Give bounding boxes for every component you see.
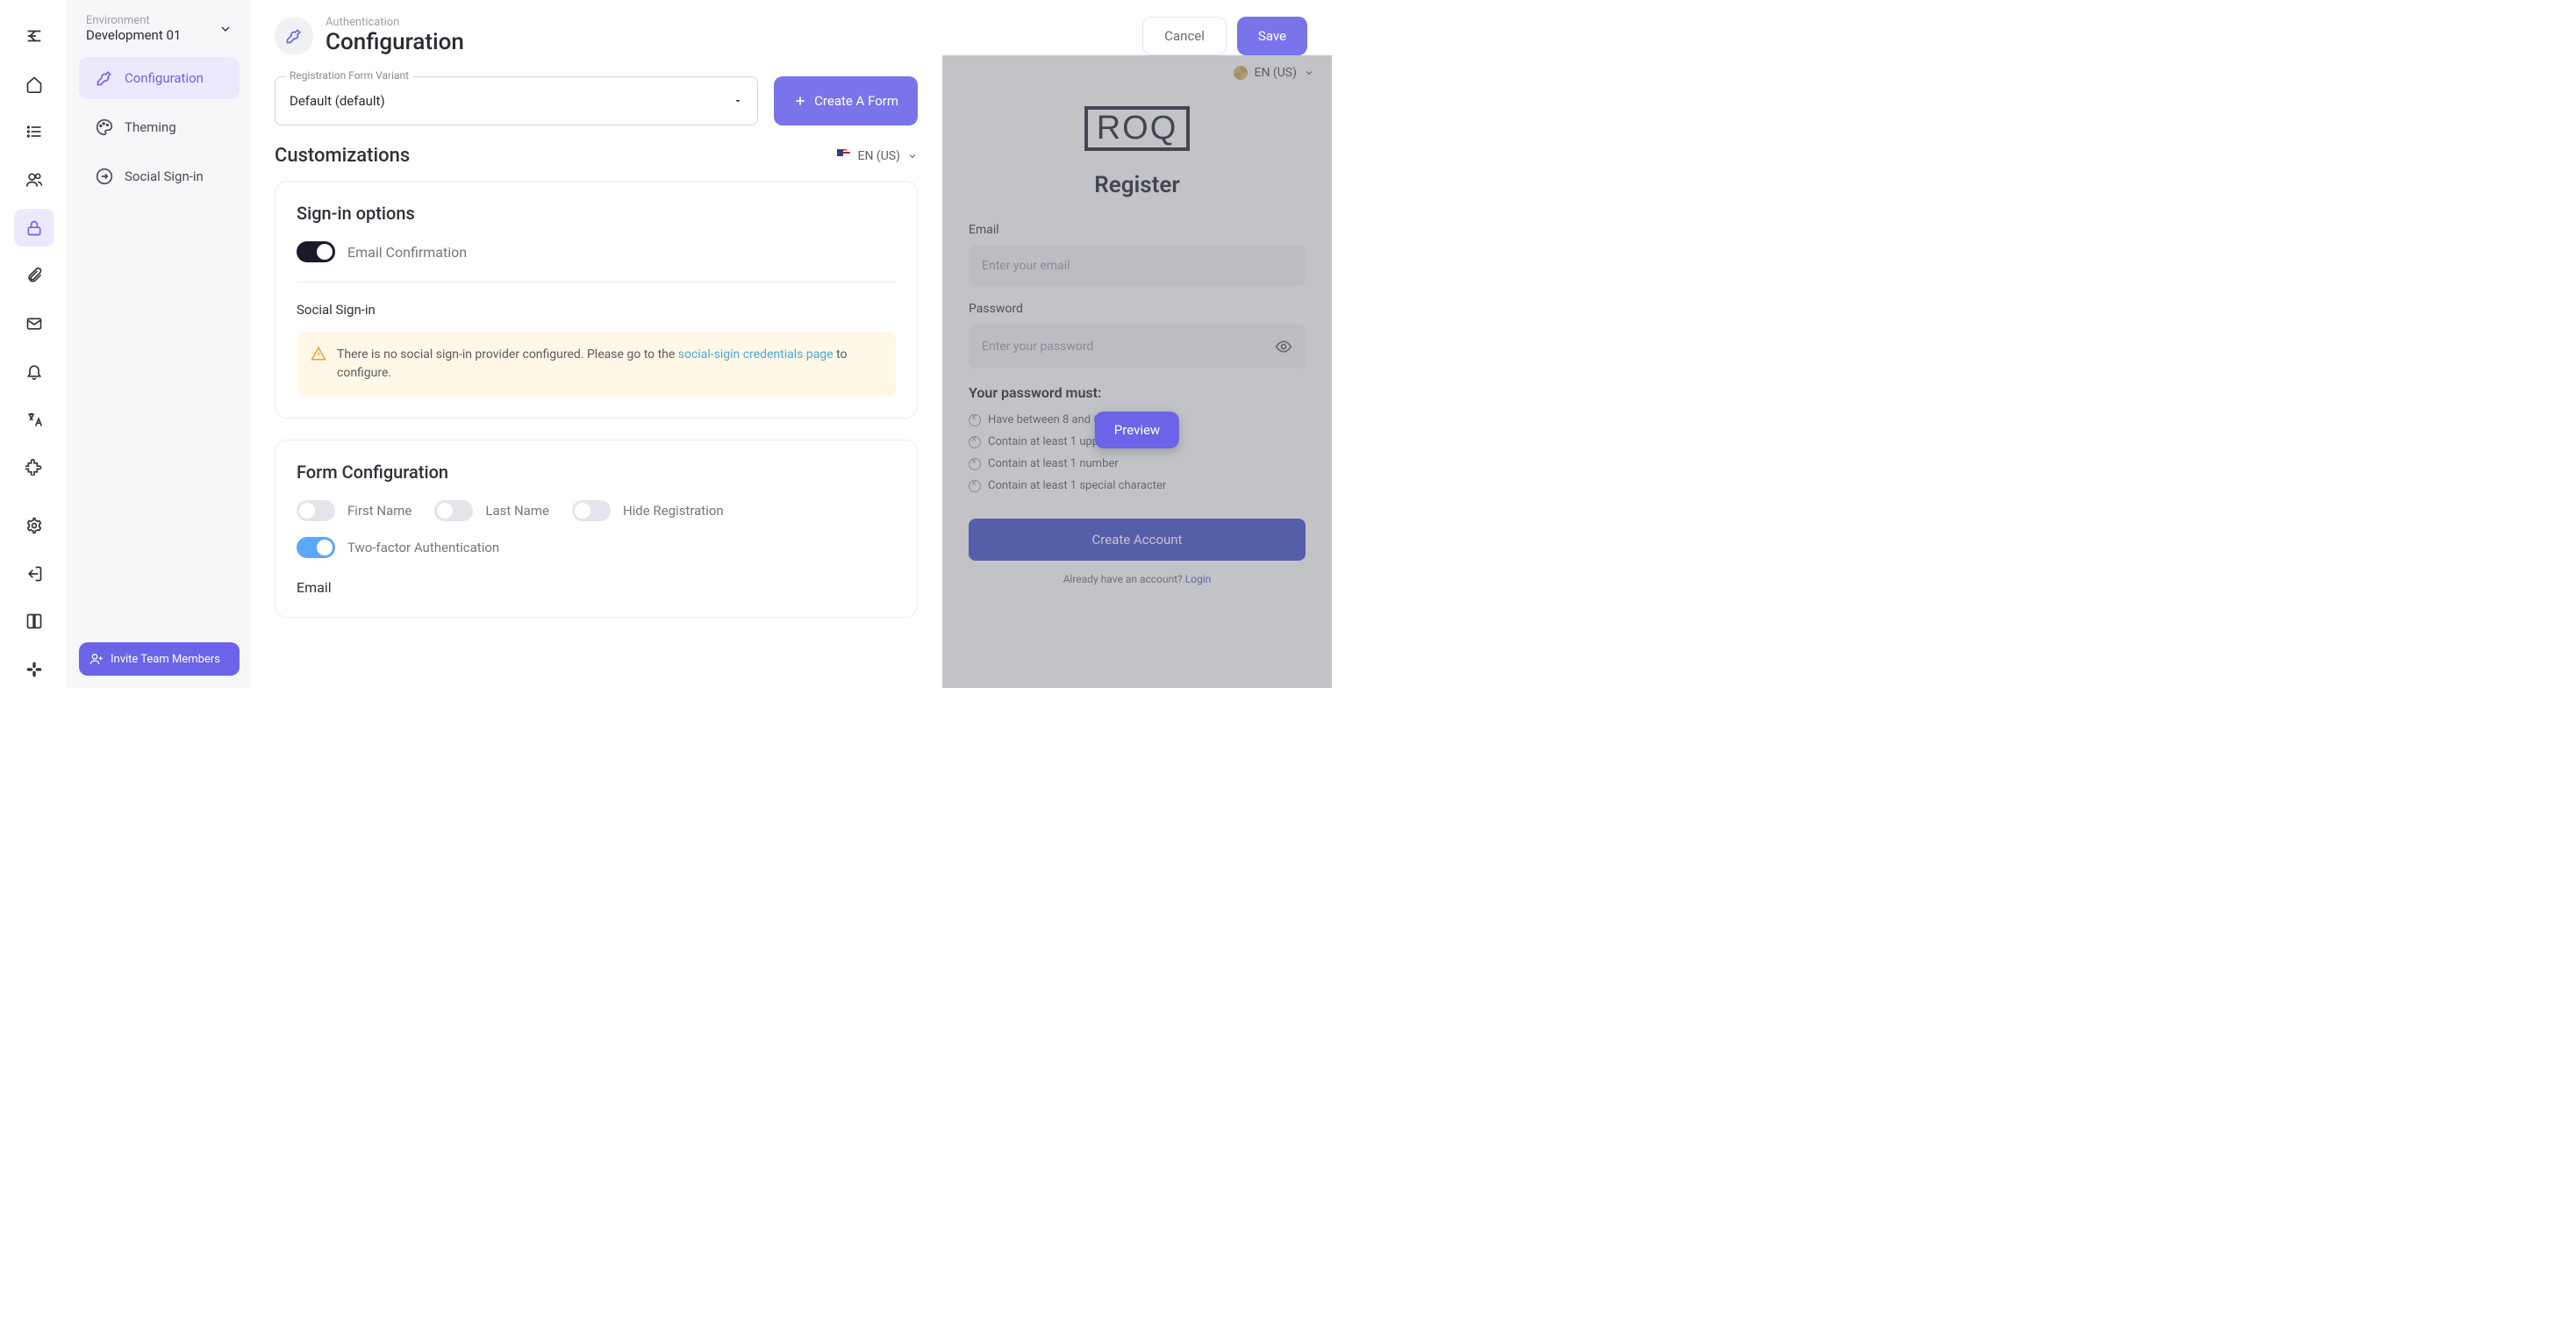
users-icon[interactable] xyxy=(14,161,54,199)
variant-label: Registration Form Variant xyxy=(285,69,413,82)
environment-name: Development 01 xyxy=(86,27,181,43)
social-alert: There is no social sign-in provider conf… xyxy=(297,332,896,397)
sidebar-item-social[interactable]: Social Sign-in xyxy=(79,155,240,197)
email-confirmation-toggle[interactable] xyxy=(297,241,335,262)
social-signin-heading: Social Sign-in xyxy=(297,302,896,318)
list-icon[interactable] xyxy=(14,113,54,151)
preview-overlay xyxy=(942,55,1332,688)
lock-icon[interactable] xyxy=(14,209,54,247)
caret-down-icon xyxy=(733,96,743,106)
invite-label: Invite Team Members xyxy=(111,653,220,666)
alert-text-pre: There is no social sign-in provider conf… xyxy=(337,347,678,362)
social-credentials-link[interactable]: social-sigin credentials page xyxy=(678,347,834,362)
settings-icon[interactable] xyxy=(14,507,54,545)
variant-select[interactable]: Default (default) xyxy=(275,76,758,125)
plus-icon xyxy=(793,94,807,108)
create-form-label: Create A Form xyxy=(814,93,898,109)
menu-collapse-icon[interactable] xyxy=(14,18,54,55)
us-flag-icon xyxy=(837,149,851,163)
variant-value: Default (default) xyxy=(290,93,385,109)
palette-icon xyxy=(95,118,114,137)
divider xyxy=(297,282,896,283)
page-title: Configuration xyxy=(326,29,464,55)
login-icon xyxy=(95,167,114,186)
customizations-heading: Customizations xyxy=(275,145,410,167)
hide-registration-label: Hide Registration xyxy=(623,503,724,519)
logout-icon[interactable] xyxy=(14,555,54,592)
locale-selector[interactable]: EN (US) xyxy=(837,149,918,163)
sidebar: Environment Development 01 Configuration… xyxy=(68,0,250,688)
email-section-heading: Email xyxy=(297,579,896,596)
twofa-label: Two-factor Authentication xyxy=(347,540,499,555)
home-icon[interactable] xyxy=(14,66,54,104)
first-name-toggle[interactable] xyxy=(297,500,335,521)
wrench-icon xyxy=(95,68,114,88)
sidebar-item-label: Theming xyxy=(125,119,176,135)
locale-label: EN (US) xyxy=(858,149,900,163)
warning-icon xyxy=(311,346,326,383)
puzzle-icon[interactable] xyxy=(14,448,54,486)
signin-options-heading: Sign-in options xyxy=(297,203,896,224)
breadcrumb: Authentication xyxy=(326,16,464,29)
attachment-icon[interactable] xyxy=(14,257,54,295)
first-name-label: First Name xyxy=(347,503,411,519)
last-name-label: Last Name xyxy=(485,503,549,519)
mail-icon[interactable] xyxy=(14,304,54,342)
create-form-button[interactable]: Create A Form xyxy=(774,76,918,125)
sidebar-item-theming[interactable]: Theming xyxy=(79,106,240,148)
slack-icon[interactable] xyxy=(14,651,54,689)
hide-registration-toggle[interactable] xyxy=(572,500,611,521)
environment-label: Environment xyxy=(86,14,181,27)
main: Authentication Configuration Cancel Save… xyxy=(250,0,1332,688)
preview-panel: EN (US) ROQ Register Email Enter your em… xyxy=(942,55,1332,688)
save-button[interactable]: Save xyxy=(1237,17,1307,55)
user-plus-icon xyxy=(89,652,104,666)
sidebar-item-configuration[interactable]: Configuration xyxy=(79,57,240,99)
page-icon xyxy=(275,17,313,55)
cancel-button[interactable]: Cancel xyxy=(1142,17,1227,55)
translate-icon[interactable] xyxy=(14,401,54,439)
chevron-down-icon xyxy=(907,151,918,161)
content-left: Registration Form Variant Default (defau… xyxy=(250,55,942,688)
twofa-toggle[interactable] xyxy=(297,537,335,558)
last-name-toggle[interactable] xyxy=(434,500,473,521)
chevron-down-icon xyxy=(218,22,233,36)
bell-icon[interactable] xyxy=(14,353,54,390)
sidebar-item-label: Configuration xyxy=(125,70,204,86)
environment-selector[interactable]: Environment Development 01 xyxy=(68,0,250,54)
sidebar-item-label: Social Sign-in xyxy=(125,168,204,184)
preview-button[interactable]: Preview xyxy=(1095,412,1179,448)
invite-team-button[interactable]: Invite Team Members xyxy=(79,642,240,676)
book-icon[interactable] xyxy=(14,603,54,641)
form-config-heading: Form Configuration xyxy=(297,462,896,483)
icon-rail xyxy=(0,0,68,688)
topbar: Authentication Configuration Cancel Save xyxy=(250,0,1332,55)
email-confirmation-label: Email Confirmation xyxy=(347,244,467,261)
signin-options-card: Sign-in options Email Confirmation Socia… xyxy=(275,181,918,419)
form-config-card: Form Configuration First Name Last Name … xyxy=(275,440,918,618)
